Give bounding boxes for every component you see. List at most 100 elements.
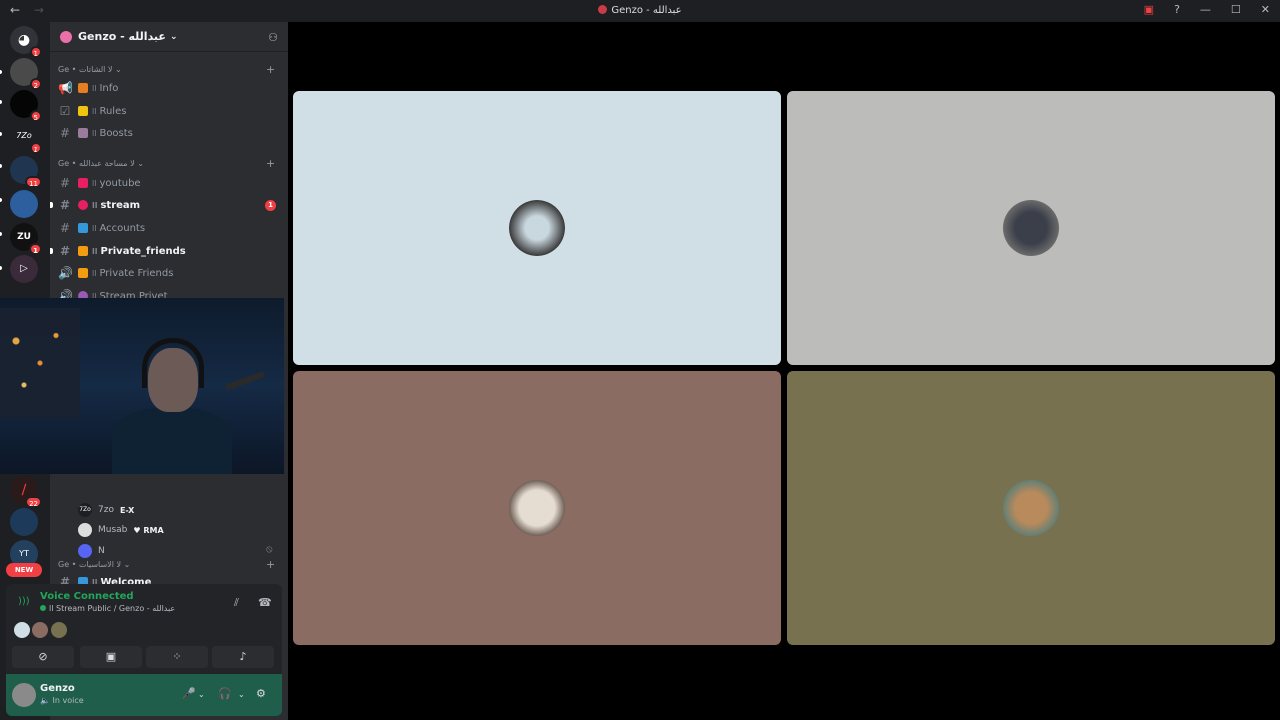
noise-suppression-icon[interactable]: ⫽ <box>234 596 239 610</box>
webcam-overlay <box>0 298 284 474</box>
unread-pill <box>50 248 53 254</box>
channel-emoji-icon <box>78 200 88 210</box>
maximize-button[interactable]: ☐ <box>1231 3 1241 16</box>
avatar: 7Zo <box>78 503 92 517</box>
server-icon[interactable]: 7Zo 1 <box>10 122 42 154</box>
plus-icon[interactable]: + <box>266 157 275 170</box>
close-button[interactable]: ✕ <box>1261 3 1270 16</box>
video-off-icon: ⦸ <box>266 544 273 555</box>
user-tag: ♥ RMA <box>133 525 164 535</box>
video-tile[interactable] <box>787 91 1275 365</box>
discord-home-icon[interactable]: ◕ 1 <box>10 26 42 58</box>
hash-icon: # <box>59 176 71 190</box>
signal-icon[interactable]: ))) <box>18 596 30 607</box>
speaker-icon: 🔊 <box>58 266 73 280</box>
channel-item[interactable]: 📢 ll Info <box>58 78 280 98</box>
server-icon[interactable] <box>10 190 38 218</box>
camera-off-button[interactable]: ⊘ <box>12 646 74 668</box>
user-status: 🔈 In voice <box>40 696 84 705</box>
chevron-down-icon[interactable]: ⌄ <box>198 690 205 699</box>
channel-emoji-icon <box>78 128 88 138</box>
unread-pill <box>0 164 2 168</box>
channel-item[interactable]: # ll youtube <box>58 173 280 193</box>
plus-icon[interactable]: + <box>266 558 275 571</box>
microphone-icon[interactable]: 🎤 <box>182 687 196 700</box>
voice-user[interactable]: 7Zo 7zo E-X <box>78 500 134 520</box>
avatar[interactable] <box>32 622 48 638</box>
status-dot <box>40 605 46 611</box>
locked-hash-icon: # <box>59 244 71 258</box>
notification-badge: 1 <box>29 46 42 58</box>
category-header[interactable]: Ge • لا الشاتات ⌄ + <box>58 63 275 76</box>
channel-name: youtube <box>99 177 141 189</box>
server-icon[interactable]: 11 <box>10 156 42 188</box>
gear-icon[interactable]: ⚙ <box>256 687 266 700</box>
channel-name: Private Friends <box>99 267 174 279</box>
avatar[interactable] <box>12 683 36 707</box>
video-tile[interactable] <box>787 371 1275 645</box>
voice-user[interactable]: N <box>78 541 111 561</box>
person-body <box>112 408 232 474</box>
channel-item[interactable]: 🔊 ll Private Friends <box>58 263 280 283</box>
channel-name: Private_friends <box>100 245 186 257</box>
guild-header[interactable]: Genzo - عبدالله ⌄ ⚇ <box>50 22 288 52</box>
unread-pill <box>0 70 2 74</box>
add-user-icon[interactable]: ⚇ <box>268 31 278 44</box>
voice-user-name: Musab <box>98 525 128 535</box>
headphones-icon[interactable]: 🎧 <box>218 687 232 700</box>
unread-pill <box>0 100 2 104</box>
unread-pill <box>0 232 2 236</box>
channel-item[interactable]: ☑ ll Rules <box>58 101 280 121</box>
channel-emoji-icon <box>78 223 88 233</box>
channel-item[interactable]: # ll stream 1 <box>50 195 280 215</box>
hash-icon: # <box>59 126 71 140</box>
voice-channel-path[interactable]: ll Stream Public / Genzo - عبدالله <box>40 604 175 613</box>
window-controls: ▣ ? — ☐ ✕ <box>1144 3 1270 16</box>
user-tag: E-X <box>119 505 135 515</box>
channel-name: Info <box>99 82 119 94</box>
video-tile[interactable] <box>293 91 781 365</box>
category-label: Ge • لا الاساسيات ⌄ <box>58 560 131 569</box>
hash-icon: # <box>59 198 71 212</box>
unread-pill <box>0 132 2 136</box>
lock-icon <box>78 246 88 256</box>
channel-name: Rules <box>99 105 127 117</box>
server-icon[interactable]: 5 <box>10 90 42 122</box>
username[interactable]: Genzo <box>40 683 75 694</box>
new-badge: NEW <box>6 563 42 577</box>
server-icon[interactable]: ∕ 22 <box>10 476 42 508</box>
server-icon[interactable]: ▷ <box>10 255 38 283</box>
disconnect-icon[interactable]: ☎ <box>258 596 272 609</box>
notification-badge: 11 <box>25 176 42 188</box>
avatar <box>1003 480 1059 536</box>
avatar[interactable] <box>51 622 67 638</box>
avatar <box>78 544 92 558</box>
screen-share-icon[interactable]: ▣ <box>1144 3 1154 16</box>
video-tile[interactable] <box>293 371 781 645</box>
lock-icon <box>78 268 88 278</box>
notification-badge: 22 <box>25 496 42 508</box>
server-icon[interactable]: 2 <box>10 58 42 90</box>
minimize-button[interactable]: — <box>1200 3 1211 16</box>
server-icon[interactable] <box>10 508 38 536</box>
channel-item[interactable]: # ll Private_friends <box>50 241 280 261</box>
mic-arm <box>225 371 265 391</box>
category-header[interactable]: Ge • لا الاساسيات ⌄ + <box>58 558 275 571</box>
soundboard-button[interactable]: ♪ <box>212 646 274 668</box>
activities-button[interactable]: ⁘ <box>146 646 208 668</box>
avatar <box>509 480 565 536</box>
avatar[interactable] <box>14 622 30 638</box>
channel-emoji-icon <box>78 178 88 188</box>
channel-item[interactable]: # ll Accounts <box>58 218 280 238</box>
screen-share-button[interactable]: ▣ <box>80 646 142 668</box>
channel-item[interactable]: # ll Boosts <box>58 123 280 143</box>
help-icon[interactable]: ? <box>1174 3 1180 16</box>
server-icon[interactable]: ZU 1 <box>10 223 42 255</box>
mention-badge: 1 <box>265 199 276 211</box>
category-header[interactable]: Ge • لا مساحة عبدالله ⌄ + <box>58 157 275 170</box>
channel-emoji-icon <box>78 83 88 93</box>
voice-user[interactable]: Musab ♥ RMA <box>78 520 164 540</box>
notification-badge: 2 <box>29 78 42 90</box>
chevron-down-icon[interactable]: ⌄ <box>238 690 245 699</box>
plus-icon[interactable]: + <box>266 63 275 76</box>
